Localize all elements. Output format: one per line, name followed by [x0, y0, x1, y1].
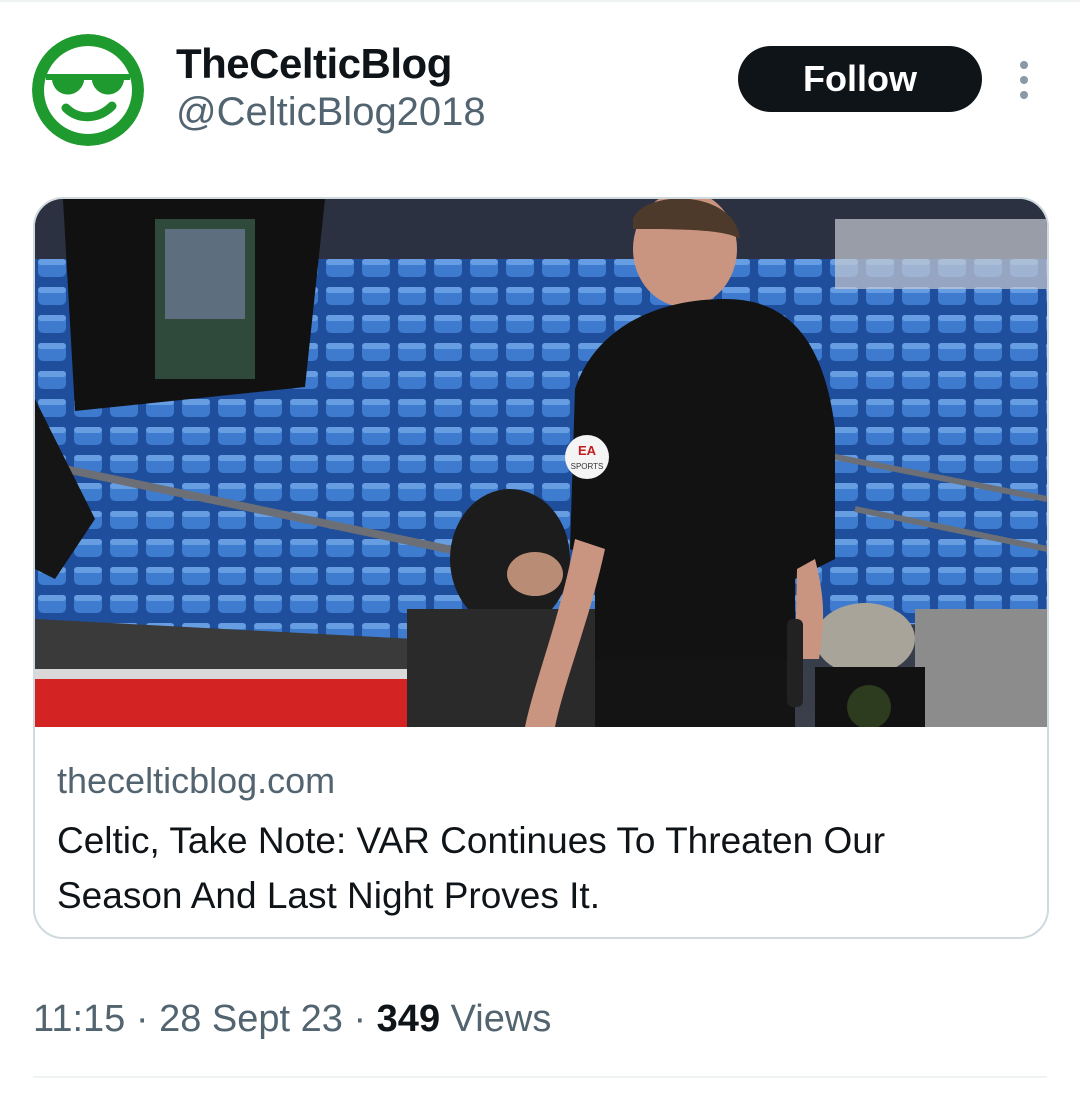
- more-dot: [1020, 91, 1028, 99]
- author-handle[interactable]: @CelticBlog2018: [176, 88, 486, 136]
- link-preview-card[interactable]: EA SPORTS thecelticblog.com Celtic, Take…: [33, 197, 1049, 939]
- top-divider: [0, 0, 1080, 2]
- sleeve-badge-text: EA: [578, 443, 597, 458]
- tweet-meta: 11:15 · 28 Sept 23 · 349 Views: [33, 996, 551, 1042]
- bottom-divider: [33, 1076, 1047, 1078]
- sunglasses-smiley-icon: [32, 34, 144, 146]
- follow-button[interactable]: Follow: [738, 46, 982, 112]
- views-label: Views: [450, 998, 552, 1040]
- views-count[interactable]: 349: [377, 998, 440, 1040]
- meta-separator: ·: [353, 998, 367, 1040]
- card-title: Celtic, Take Note: VAR Continues To Thre…: [57, 820, 886, 916]
- card-image: EA SPORTS: [35, 199, 1047, 727]
- card-domain: thecelticblog.com: [57, 760, 336, 801]
- svg-text:SPORTS: SPORTS: [571, 462, 604, 471]
- tweet-time[interactable]: 11:15: [33, 998, 125, 1040]
- author-display-name[interactable]: TheCelticBlog: [176, 38, 452, 90]
- more-options-button[interactable]: [1004, 56, 1044, 104]
- author-avatar[interactable]: [32, 34, 144, 146]
- meta-separator: ·: [135, 998, 149, 1040]
- more-dots-icon: [1020, 61, 1028, 69]
- more-dot: [1020, 76, 1028, 84]
- tweet-date[interactable]: 28 Sept 23: [159, 998, 343, 1040]
